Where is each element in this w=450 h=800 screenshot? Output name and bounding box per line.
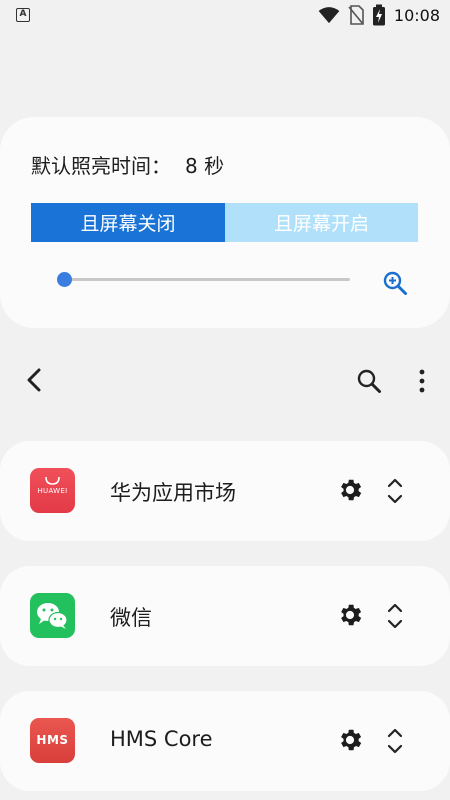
search-icon[interactable]	[356, 368, 382, 394]
gear-icon[interactable]	[336, 726, 364, 754]
hms-logo-text: HMS	[36, 733, 69, 747]
unfold-icon[interactable]	[384, 601, 406, 631]
status-a-icon: A	[16, 8, 30, 22]
status-bar: A 10:08	[0, 0, 450, 30]
battery-charging-icon	[372, 4, 385, 26]
no-sim-icon	[348, 5, 364, 25]
app-name: 华为应用市场	[110, 481, 236, 505]
wifi-icon	[318, 7, 340, 24]
tab-screen-on[interactable]: 且屏幕开启	[225, 203, 418, 242]
tab-screen-off[interactable]: 且屏幕关闭	[31, 203, 225, 242]
status-time: 10:08	[393, 5, 440, 25]
app-name: HMS Core	[110, 727, 213, 751]
hms-core-icon: HMS	[30, 718, 75, 763]
huawei-appgallery-icon: HUAWEI	[30, 468, 75, 513]
status-right: 10:08	[318, 4, 440, 26]
timeout-label: 默认照亮时间：	[31, 154, 171, 178]
chevron-left-icon[interactable]	[22, 366, 48, 394]
timeout-slider-track[interactable]	[64, 278, 350, 281]
huawei-logo-text: HUAWEI	[37, 487, 68, 495]
zoom-in-icon[interactable]	[382, 270, 408, 296]
more-vert-icon[interactable]	[412, 368, 432, 394]
wechat-icon	[30, 593, 75, 638]
gear-icon[interactable]	[336, 601, 364, 629]
timeout-row: 默认照亮时间： 8 秒	[31, 150, 224, 179]
app-name: 微信	[110, 606, 152, 630]
unfold-icon[interactable]	[384, 476, 406, 506]
timeout-slider-thumb[interactable]	[57, 272, 72, 287]
chat-bubbles-icon	[37, 603, 68, 629]
gear-icon[interactable]	[336, 476, 364, 504]
unfold-icon[interactable]	[384, 726, 406, 756]
timeout-value: 8 秒	[185, 154, 225, 178]
